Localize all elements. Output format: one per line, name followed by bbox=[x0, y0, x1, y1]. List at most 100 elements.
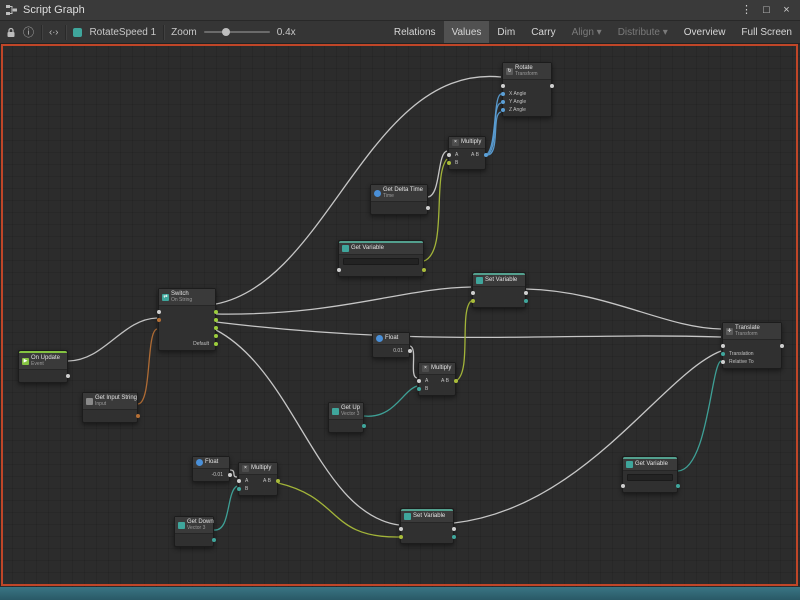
input-port[interactable] bbox=[471, 299, 475, 303]
node-multiply-top[interactable]: ×MultiplyAA∙BB bbox=[448, 136, 486, 170]
wire-get-up-to-multiply[interactable] bbox=[364, 386, 417, 416]
input-port[interactable] bbox=[471, 291, 475, 295]
info-icon[interactable]: ⓘ bbox=[23, 24, 34, 40]
inspect-icon[interactable]: ‹∙› bbox=[49, 27, 58, 38]
node-rotate[interactable]: ↻RotateTransformX AngleY AngleZ Angle bbox=[502, 62, 552, 117]
output-port[interactable] bbox=[362, 424, 366, 428]
wire-multiply-to-set-variable-mid[interactable] bbox=[456, 301, 471, 381]
input-port[interactable] bbox=[501, 84, 505, 88]
node-title: Set Variable bbox=[485, 277, 517, 284]
output-port[interactable] bbox=[212, 538, 216, 542]
output-port[interactable] bbox=[524, 299, 528, 303]
wire-get-down-to-multiply[interactable] bbox=[214, 486, 237, 530]
output-port[interactable] bbox=[214, 318, 218, 322]
output-port[interactable] bbox=[484, 153, 488, 157]
output-port[interactable] bbox=[426, 206, 430, 210]
input-port[interactable] bbox=[237, 479, 241, 483]
output-port[interactable] bbox=[452, 535, 456, 539]
lock-icon[interactable] bbox=[6, 27, 16, 38]
output-port[interactable] bbox=[228, 473, 232, 477]
wire-get-delta-time-to-multiply[interactable] bbox=[428, 151, 447, 197]
input-port[interactable] bbox=[501, 108, 505, 112]
wire-multiply-to-set-variable-low[interactable] bbox=[278, 483, 399, 537]
toolbar-button-full-screen[interactable]: Full Screen bbox=[733, 21, 800, 43]
toolbar-button-distribute: Distribute ▾ bbox=[610, 21, 676, 43]
wire-switch-to-translate[interactable] bbox=[216, 322, 721, 337]
zoom-slider-thumb[interactable] bbox=[222, 28, 230, 36]
input-port[interactable] bbox=[721, 352, 725, 356]
input-port[interactable] bbox=[157, 318, 161, 322]
output-port[interactable] bbox=[214, 334, 218, 338]
input-port[interactable] bbox=[721, 344, 725, 348]
input-port[interactable] bbox=[721, 360, 725, 364]
input-port[interactable] bbox=[399, 535, 403, 539]
wire-get-variable-right-to-translate[interactable] bbox=[678, 361, 721, 471]
output-port[interactable] bbox=[550, 84, 554, 88]
node-get-input-string[interactable]: Get Input StringInput bbox=[82, 392, 138, 423]
output-port[interactable] bbox=[276, 479, 280, 483]
output-port[interactable] bbox=[454, 379, 458, 383]
input-port[interactable] bbox=[157, 310, 161, 314]
node-set-variable-low[interactable]: Set Variable bbox=[400, 508, 454, 544]
toolbar-button-overview[interactable]: Overview bbox=[676, 21, 734, 43]
switch-icon: ⇄ bbox=[162, 294, 169, 301]
output-port[interactable] bbox=[452, 527, 456, 531]
output-port[interactable] bbox=[66, 374, 70, 378]
wire-get-input-string-to-switch[interactable] bbox=[138, 329, 157, 404]
wire-set-variable-mid-to-translate[interactable] bbox=[526, 289, 721, 329]
node-vector3-get-up[interactable]: Get UpVector 3 bbox=[328, 402, 364, 433]
input-port[interactable] bbox=[337, 268, 341, 272]
node-vector3-get-down[interactable]: Get DownVector 3 bbox=[174, 516, 214, 547]
input-port[interactable] bbox=[237, 487, 241, 491]
toolbar-button-carry[interactable]: Carry bbox=[523, 21, 563, 43]
node-header: Get Delta TimeTime bbox=[371, 185, 427, 202]
maximize-icon[interactable]: □ bbox=[759, 0, 774, 21]
output-port[interactable] bbox=[780, 344, 784, 348]
node-multiply-mid[interactable]: ×MultiplyAA∙BB bbox=[418, 362, 456, 396]
node-header: ×Multiply bbox=[449, 137, 485, 149]
node-port-row: Translation bbox=[723, 350, 781, 358]
output-port[interactable] bbox=[214, 310, 218, 314]
zoom-slider[interactable] bbox=[204, 31, 270, 33]
node-switch-on-string[interactable]: ⇄SwitchOn StringDefault bbox=[158, 288, 216, 351]
input-port[interactable] bbox=[621, 484, 625, 488]
input-port[interactable] bbox=[399, 527, 403, 531]
node-port-row bbox=[339, 266, 423, 274]
graph-name[interactable]: RotateSpeed 1 bbox=[89, 27, 156, 38]
close-icon[interactable]: × bbox=[779, 0, 794, 21]
node-set-variable-mid[interactable]: Set Variable bbox=[472, 272, 526, 308]
wire-set-variable-low-to-translate[interactable] bbox=[454, 351, 721, 523]
output-port[interactable] bbox=[524, 291, 528, 295]
output-port[interactable] bbox=[214, 326, 218, 330]
toolbar-button-values[interactable]: Values bbox=[444, 21, 490, 43]
output-port[interactable] bbox=[136, 414, 140, 418]
output-port[interactable] bbox=[676, 484, 680, 488]
variable-name-field[interactable] bbox=[627, 474, 673, 481]
output-port[interactable] bbox=[214, 342, 218, 346]
node-get-variable-right[interactable]: Get Variable bbox=[622, 456, 678, 493]
output-port[interactable] bbox=[422, 268, 426, 272]
wire-on-update-to-switch[interactable] bbox=[68, 318, 157, 361]
input-port[interactable] bbox=[501, 100, 505, 104]
node-on-update[interactable]: ▶On UpdateEvent bbox=[18, 350, 68, 383]
input-port[interactable] bbox=[417, 387, 421, 391]
node-port-row bbox=[623, 482, 677, 490]
node-float-mid[interactable]: Float0.01 bbox=[372, 332, 410, 358]
wire-switch-to-set-variable-mid[interactable] bbox=[216, 287, 471, 314]
toolbar-button-relations[interactable]: Relations bbox=[386, 21, 444, 43]
node-translate[interactable]: ✛TranslateTransformTranslationRelative T… bbox=[722, 322, 782, 369]
input-port[interactable] bbox=[501, 92, 505, 96]
kebab-menu-icon[interactable]: ⋮ bbox=[739, 0, 754, 21]
node-get-delta-time[interactable]: Get Delta TimeTime bbox=[370, 184, 428, 215]
node-float-low[interactable]: Float-0.01 bbox=[192, 456, 230, 482]
input-port[interactable] bbox=[417, 379, 421, 383]
input-port[interactable] bbox=[447, 153, 451, 157]
output-port[interactable] bbox=[408, 349, 412, 353]
tab-script-graph[interactable]: Script Graph bbox=[23, 4, 85, 16]
variable-name-field[interactable] bbox=[343, 258, 419, 265]
node-multiply-low[interactable]: ×MultiplyAA∙BB bbox=[238, 462, 278, 496]
toolbar-button-dim[interactable]: Dim bbox=[489, 21, 523, 43]
input-port[interactable] bbox=[447, 161, 451, 165]
vector3-icon bbox=[178, 522, 185, 529]
node-get-variable-top[interactable]: Get Variable bbox=[338, 240, 424, 277]
